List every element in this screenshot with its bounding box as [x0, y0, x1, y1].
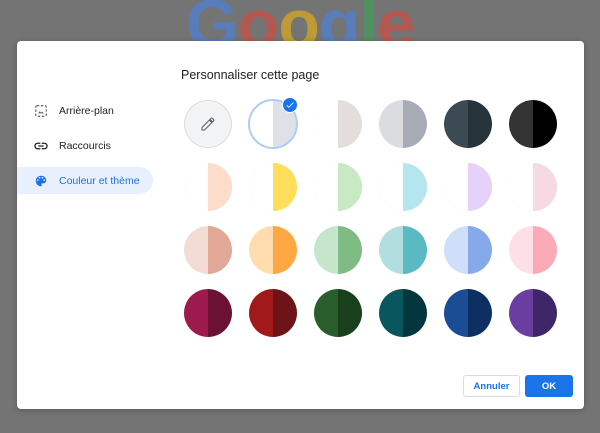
color-swatch-midnight-blue[interactable]: [444, 100, 492, 148]
cancel-button[interactable]: Annuler: [463, 375, 520, 397]
color-swatch-light-pink[interactable]: [509, 226, 557, 274]
color-swatch-light-teal[interactable]: [379, 226, 427, 274]
sidebar-item-color-theme[interactable]: Couleur et thème: [17, 167, 153, 194]
ok-button[interactable]: OK: [525, 375, 573, 397]
sidebar-item-background[interactable]: Arrière-plan: [17, 97, 153, 124]
color-swatch-light-green[interactable]: [314, 226, 362, 274]
color-swatch-yellow-white[interactable]: [249, 163, 297, 211]
dialog-title: Personnaliser cette page: [181, 68, 320, 82]
color-swatch-custom-color[interactable]: [184, 100, 232, 148]
checkmark-icon: [282, 97, 298, 113]
color-swatch-light-blue[interactable]: [444, 226, 492, 274]
pencil-icon: [200, 116, 216, 137]
sidebar-item-label: Arrière-plan: [59, 104, 114, 117]
color-swatch-dark-green[interactable]: [314, 289, 362, 337]
palette-icon: [33, 173, 49, 189]
color-swatch-cool-grey[interactable]: [379, 100, 427, 148]
customize-dialog: Personnaliser cette page Arrière-plan Ra…: [17, 41, 584, 409]
color-swatch-dark-teal[interactable]: [379, 289, 427, 337]
color-swatch-dark-pink-red[interactable]: [184, 289, 232, 337]
color-swatch-light-teal-white[interactable]: [379, 163, 427, 211]
color-swatch-beige-white[interactable]: [184, 163, 232, 211]
color-swatch-pink-white[interactable]: [509, 163, 557, 211]
color-swatch-peach[interactable]: [184, 226, 232, 274]
color-swatch-light-purple-white[interactable]: [444, 163, 492, 211]
sidebar-item-label: Couleur et thème: [59, 174, 140, 187]
link-icon: [33, 138, 49, 154]
color-swatch-black[interactable]: [509, 100, 557, 148]
color-swatch-purple[interactable]: [509, 289, 557, 337]
sidebar-nav: Arrière-plan Raccourcis Couleur et thème: [17, 97, 153, 202]
color-swatch-green-white[interactable]: [314, 163, 362, 211]
sidebar-item-label: Raccourcis: [59, 139, 111, 152]
image-icon: [33, 103, 49, 119]
color-swatch-dark-red-orange[interactable]: [249, 289, 297, 337]
color-swatch-warm-grey[interactable]: [314, 100, 362, 148]
sidebar-item-shortcuts[interactable]: Raccourcis: [17, 132, 153, 159]
color-swatch-orange[interactable]: [249, 226, 297, 274]
color-swatch-dark-blue[interactable]: [444, 289, 492, 337]
